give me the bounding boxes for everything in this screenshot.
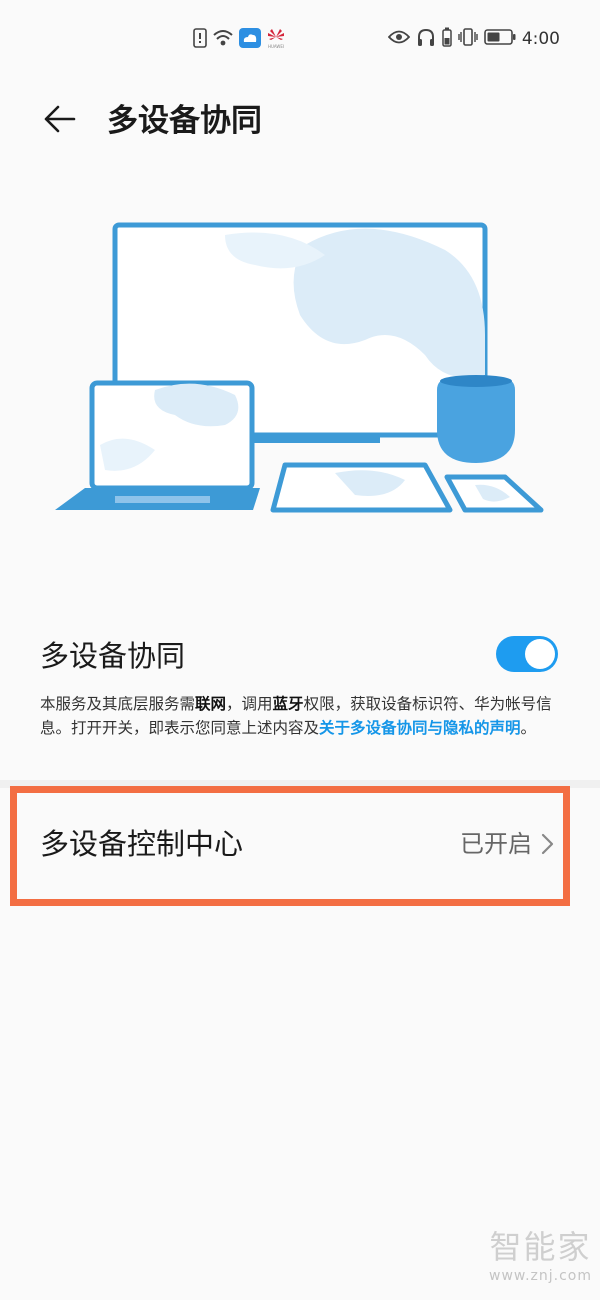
battery-small-icon: [442, 27, 452, 51]
desc-bold-network: 联网: [195, 695, 227, 713]
status-right-icons: 4:00: [387, 27, 560, 51]
switch-knob: [525, 639, 555, 669]
desc-text-1: 本服务及其底层服务需: [40, 695, 196, 713]
laptop-graphic: [55, 380, 260, 510]
status-bar: HUAWEI 4:00: [0, 0, 600, 76]
multi-device-illustration: [45, 215, 555, 525]
alert-icon: [193, 28, 207, 52]
status-time: 4:00: [521, 29, 560, 49]
desc-text-4: 。: [520, 719, 537, 737]
vibrate-icon: [458, 27, 478, 51]
headphones-icon: [416, 27, 436, 51]
app-header: 多设备协同: [0, 90, 600, 150]
screen: HUAWEI 4:00 多设备协同 多设备协同 本服务及其底层服务需联网，调用蓝…: [0, 0, 600, 1300]
control-center-row[interactable]: 多设备控制中心 已开启: [14, 790, 570, 906]
control-center-label: 多设备控制中心: [40, 827, 244, 861]
chevron-right-icon: [538, 832, 556, 856]
smart-speaker-graphic: [437, 375, 515, 463]
service-description: 本服务及其底层服务需联网，调用蓝牙权限，获取设备标识符、华为帐号信息。打开开关，…: [40, 692, 560, 740]
desc-bold-bluetooth: 蓝牙: [272, 695, 304, 713]
toggle-label: 多设备协同: [40, 639, 186, 673]
tablet-graphic: [270, 462, 453, 513]
cloud-icon: [239, 28, 261, 52]
watermark: 智能家 www.znj.com: [489, 1222, 592, 1284]
privacy-statement-link[interactable]: 关于多设备协同与隐私的声明: [319, 719, 521, 737]
back-arrow-icon: [42, 104, 76, 138]
multi-device-toggle-row: 多设备协同: [0, 628, 600, 688]
eye-icon: [387, 29, 411, 49]
wifi-icon: [212, 29, 234, 51]
control-center-status: 已开启: [460, 830, 532, 858]
huawei-logo-icon: HUAWEI: [266, 27, 286, 53]
back-button[interactable]: [36, 98, 82, 144]
desc-text-2: ，调用: [226, 695, 273, 713]
multi-device-switch[interactable]: [496, 636, 558, 672]
section-divider: [0, 780, 600, 788]
watermark-title: 智能家: [489, 1228, 592, 1266]
battery-icon: [484, 28, 516, 50]
phone-graphic: [444, 474, 544, 513]
page-title: 多设备协同: [107, 103, 262, 139]
huawei-brand-text: HUAWEI: [268, 44, 284, 49]
watermark-url: www.znj.com: [489, 1268, 592, 1284]
status-left-icons: HUAWEI: [193, 27, 286, 53]
